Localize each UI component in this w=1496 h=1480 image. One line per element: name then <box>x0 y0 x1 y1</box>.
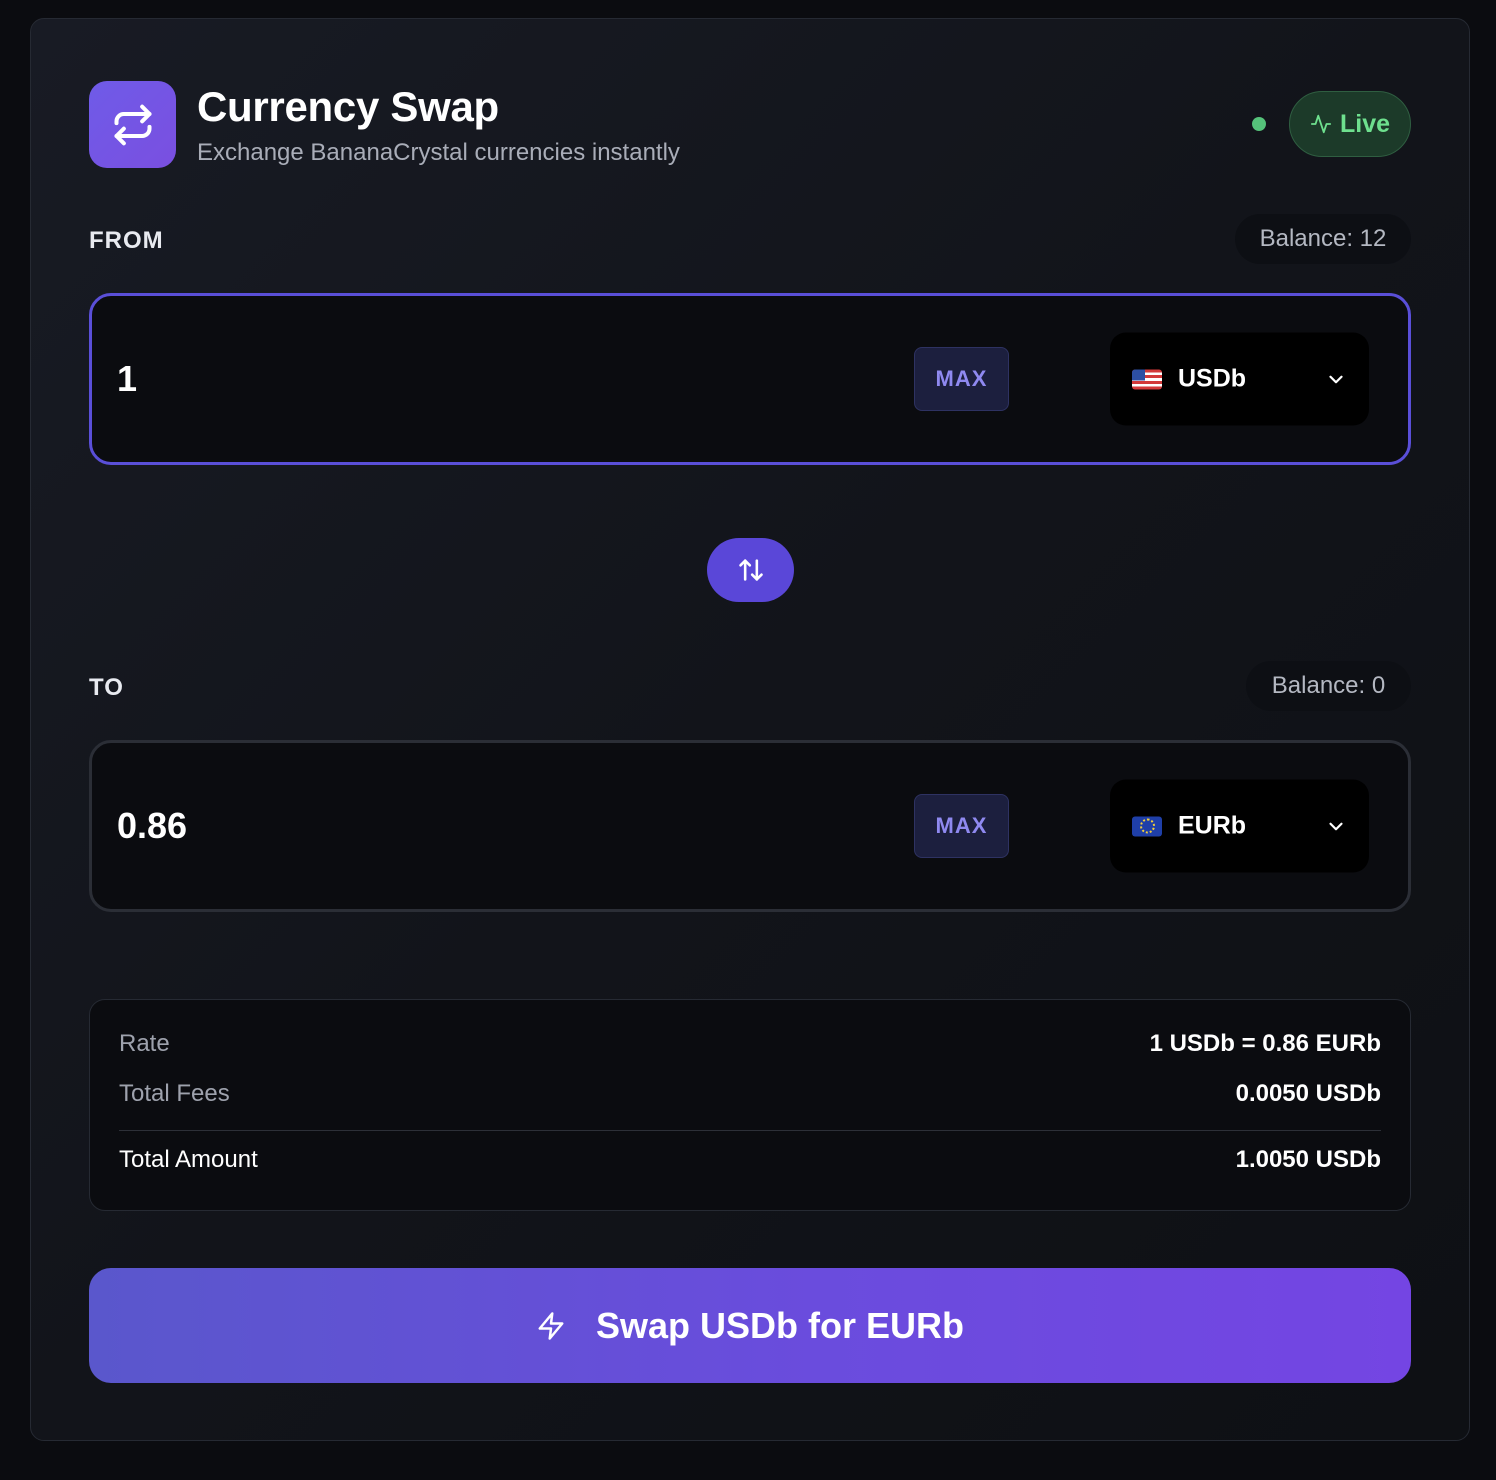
total-value: 1.0050 USDb <box>1235 1146 1381 1173</box>
swap-submit-label: Swap USDb for EURb <box>595 1304 964 1346</box>
from-label: FROM <box>89 227 164 254</box>
live-status-badge: Live <box>1289 91 1411 157</box>
chevron-down-icon <box>1329 375 1343 383</box>
swap-direction-button[interactable] <box>707 538 794 602</box>
swap-card: Currency Swap Exchange BananaCrystal cur… <box>30 18 1470 1441</box>
to-currency-code: EURb <box>1178 811 1247 840</box>
swap-summary: Rate 1 USDb = 0.86 EURb Total Fees 0.005… <box>89 999 1411 1211</box>
from-currency-code: USDb <box>1178 364 1247 393</box>
to-label: TO <box>89 674 124 701</box>
from-balance: Balance: 12 <box>1235 214 1411 264</box>
lightning-icon <box>538 1311 564 1340</box>
us-flag-icon <box>1132 369 1162 389</box>
swap-submit-button[interactable]: Swap USDb for EURb <box>89 1268 1411 1383</box>
total-label: Total Amount <box>119 1146 258 1173</box>
fees-value: 0.0050 USDb <box>1235 1080 1381 1107</box>
to-currency-select[interactable]: EURb <box>1110 779 1369 873</box>
activity-icon <box>1310 114 1332 134</box>
rate-label: Rate <box>119 1030 170 1057</box>
page-title: Currency Swap <box>197 83 499 130</box>
from-currency-select[interactable]: USDb <box>1110 332 1369 426</box>
swap-arrows-icon <box>113 104 152 145</box>
summary-divider <box>119 1130 1381 1131</box>
from-amount-box: MAX USDb <box>89 293 1411 465</box>
to-balance: Balance: 0 <box>1246 661 1411 711</box>
eu-flag-icon <box>1132 816 1162 836</box>
from-amount-input[interactable] <box>115 357 815 401</box>
to-amount-box: MAX EURb <box>89 740 1411 912</box>
live-indicator-dot <box>1252 117 1266 131</box>
live-status-label: Live <box>1339 109 1391 138</box>
from-max-button[interactable]: MAX <box>914 347 1009 411</box>
page-subtitle: Exchange BananaCrystal currencies instan… <box>197 139 680 166</box>
fees-label: Total Fees <box>119 1080 230 1107</box>
chevron-down-icon <box>1329 822 1343 830</box>
to-max-button[interactable]: MAX <box>914 794 1009 858</box>
rate-row: Rate 1 USDb = 0.86 EURb <box>119 1030 1381 1058</box>
total-row: Total Amount 1.0050 USDb <box>119 1146 1381 1174</box>
to-amount-input[interactable] <box>115 804 815 848</box>
swap-logo <box>89 81 176 168</box>
swap-vertical-icon <box>738 559 763 581</box>
fees-row: Total Fees 0.0050 USDb <box>119 1080 1381 1108</box>
rate-value: 1 USDb = 0.86 EURb <box>1149 1030 1381 1057</box>
